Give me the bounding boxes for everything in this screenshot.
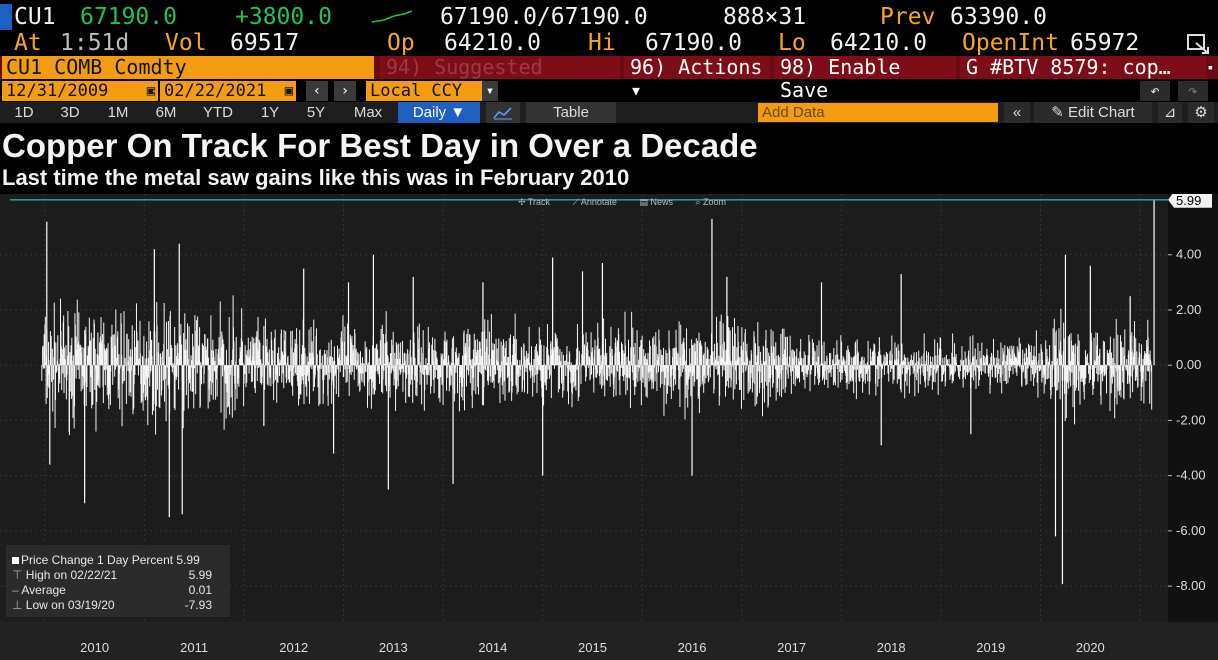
currency-dropdown-icon[interactable]: ▾: [482, 81, 498, 101]
news-tool[interactable]: ▤ News: [639, 197, 683, 207]
chart-legend: Price Change 1 Day Percent 5.99 ⊤ High o…: [6, 545, 230, 617]
open-interest-value: 65972: [1070, 30, 1140, 56]
annotate-tool[interactable]: ⟋ Annotate: [573, 197, 627, 207]
at-label: At: [14, 30, 42, 56]
more-icon[interactable]: ▪: [1208, 56, 1218, 79]
y-tick-label: -6.00: [1176, 523, 1206, 538]
table-button[interactable]: Table: [526, 102, 616, 123]
end-date-field[interactable]: 02/22/2021: [160, 81, 282, 101]
chart-toolbar: 1D 3D 1M 6M YTD 1Y 5Y Max Daily ▼ Table …: [0, 102, 1218, 123]
high-value: 67190.0: [645, 30, 742, 56]
high-marker-icon: ⊤: [12, 568, 26, 582]
x-tick-label: 2018: [877, 640, 906, 655]
x-tick-label: 2015: [578, 640, 607, 655]
legend-average: – Average 0.01: [12, 583, 212, 597]
y-tick-label: 4.00: [1176, 247, 1201, 262]
series-swatch: [12, 557, 19, 564]
x-tick-label: 2019: [976, 640, 1005, 655]
open-label: Op: [387, 30, 415, 56]
edit-chart-button[interactable]: ✎ Edit Chart: [1034, 102, 1152, 123]
y-tick-label: -4.00: [1176, 468, 1206, 483]
x-tick-label: 2017: [777, 640, 806, 655]
legend-series: Price Change 1 Day Percent 5.99: [12, 553, 224, 568]
draw-tool-icon[interactable]: ⊿: [1158, 102, 1182, 123]
quote-row-1: CU1 67190.0 +3800.0 67190.0/67190.0 888×…: [0, 4, 1218, 30]
sparkline-icon: [371, 10, 413, 23]
range-6m[interactable]: 6M: [146, 102, 186, 123]
prev-label: Prev: [880, 4, 936, 30]
suggested-charts-button[interactable]: 94) Suggested Charts: [380, 56, 620, 102]
range-1m[interactable]: 1M: [98, 102, 138, 123]
range-max[interactable]: Max: [344, 102, 392, 123]
range-1y[interactable]: 1Y: [252, 102, 288, 123]
enable-save-button[interactable]: 98) Enable Save: [774, 56, 956, 102]
x-tick-label: 2011: [180, 640, 208, 655]
add-data-input[interactable]: Add Data: [758, 103, 998, 122]
frequency-select[interactable]: Daily ▼: [398, 102, 480, 123]
x-tick-label: 2016: [678, 640, 707, 655]
story-title[interactable]: G #BTV 8579: cop…: [960, 56, 1206, 79]
last-price: 67190.0: [80, 4, 177, 30]
quote-time: 1:51d: [60, 30, 130, 56]
currency-select[interactable]: Local CCY: [366, 81, 482, 101]
range-ytd[interactable]: YTD: [194, 102, 242, 123]
chart-type-icon[interactable]: [486, 102, 520, 123]
volume: 69517: [230, 30, 300, 56]
track-tool[interactable]: ✢ Track: [518, 197, 560, 207]
low-label: Lo: [778, 30, 806, 56]
range-5y[interactable]: 5Y: [298, 102, 334, 123]
price-change: +3800.0: [235, 4, 332, 30]
x-tick-label: 2012: [279, 640, 308, 655]
y-tick-label: 0.00: [1176, 357, 1201, 372]
chart-subheadline: Last time the metal saw gains like this …: [2, 165, 630, 190]
security-bar: CU1 COMB Comdty 94) Suggested Charts 96)…: [0, 56, 1218, 102]
y-tick-label: -8.00: [1176, 578, 1206, 593]
last-value-label: 5.99: [1176, 194, 1201, 208]
pencil-icon: ✎: [1051, 104, 1069, 121]
y-tick-label: 2.00: [1176, 302, 1201, 317]
low-marker-icon: ⊥: [12, 598, 26, 612]
collapse-icon[interactable]: «: [1004, 102, 1030, 123]
vol-label: Vol: [165, 30, 207, 56]
quote-row-2: At 1:51d Vol 69517 Op 64210.0 Hi 67190.0…: [0, 30, 1218, 56]
zoom-tool[interactable]: ⌕ Zoom: [695, 197, 736, 207]
x-tick-label: 2020: [1076, 640, 1105, 655]
chart-headline: Copper On Track For Best Day in Over a D…: [2, 127, 758, 164]
undo-icon[interactable]: ↶: [1140, 81, 1170, 101]
date-separator: -: [150, 81, 160, 100]
date-range-row: 12/31/2009 ▣ - 02/22/2021 ▣ ‹ › Local CC…: [0, 81, 1218, 101]
prev-period-button[interactable]: ‹: [306, 81, 328, 101]
average-marker-icon: –: [12, 583, 22, 597]
low-value: 64210.0: [830, 30, 927, 56]
gear-icon[interactable]: ⚙: [1188, 102, 1214, 123]
x-tick-label: 2013: [379, 640, 408, 655]
ticker-marker: [0, 4, 12, 30]
chart-tools: ✢ Track ⟋ Annotate ▤ News ⌕ Zoom: [518, 197, 746, 208]
range-1d[interactable]: 1D: [4, 102, 44, 123]
start-date-field[interactable]: 12/31/2009: [2, 81, 144, 101]
legend-low: ⊥ Low on 03/19/20 -7.93: [12, 598, 212, 612]
high-label: Hi: [588, 30, 616, 56]
bid-ask-size: 888×31: [723, 4, 807, 30]
range-3d[interactable]: 3D: [50, 102, 90, 123]
x-tick-label: 2010: [80, 640, 109, 655]
prev-value: 63390.0: [950, 4, 1047, 30]
y-tick-label: -2.00: [1176, 412, 1206, 427]
next-period-button[interactable]: ›: [334, 81, 356, 101]
ticker[interactable]: CU1: [14, 4, 56, 30]
popout-icon[interactable]: [1186, 33, 1212, 55]
legend-high: ⊤ High on 02/22/21 5.99: [12, 568, 212, 582]
x-tick-label: 2014: [478, 640, 507, 655]
end-calendar-icon[interactable]: ▣: [282, 81, 296, 101]
security-field[interactable]: CU1 COMB Comdty: [2, 56, 374, 79]
bid-ask: 67190.0/67190.0: [440, 4, 648, 30]
redo-icon[interactable]: ↷: [1178, 81, 1208, 101]
open-interest-label: OpenInt: [962, 30, 1059, 56]
open-value: 64210.0: [444, 30, 541, 56]
actions-menu[interactable]: 96) Actions ▾: [624, 56, 770, 102]
